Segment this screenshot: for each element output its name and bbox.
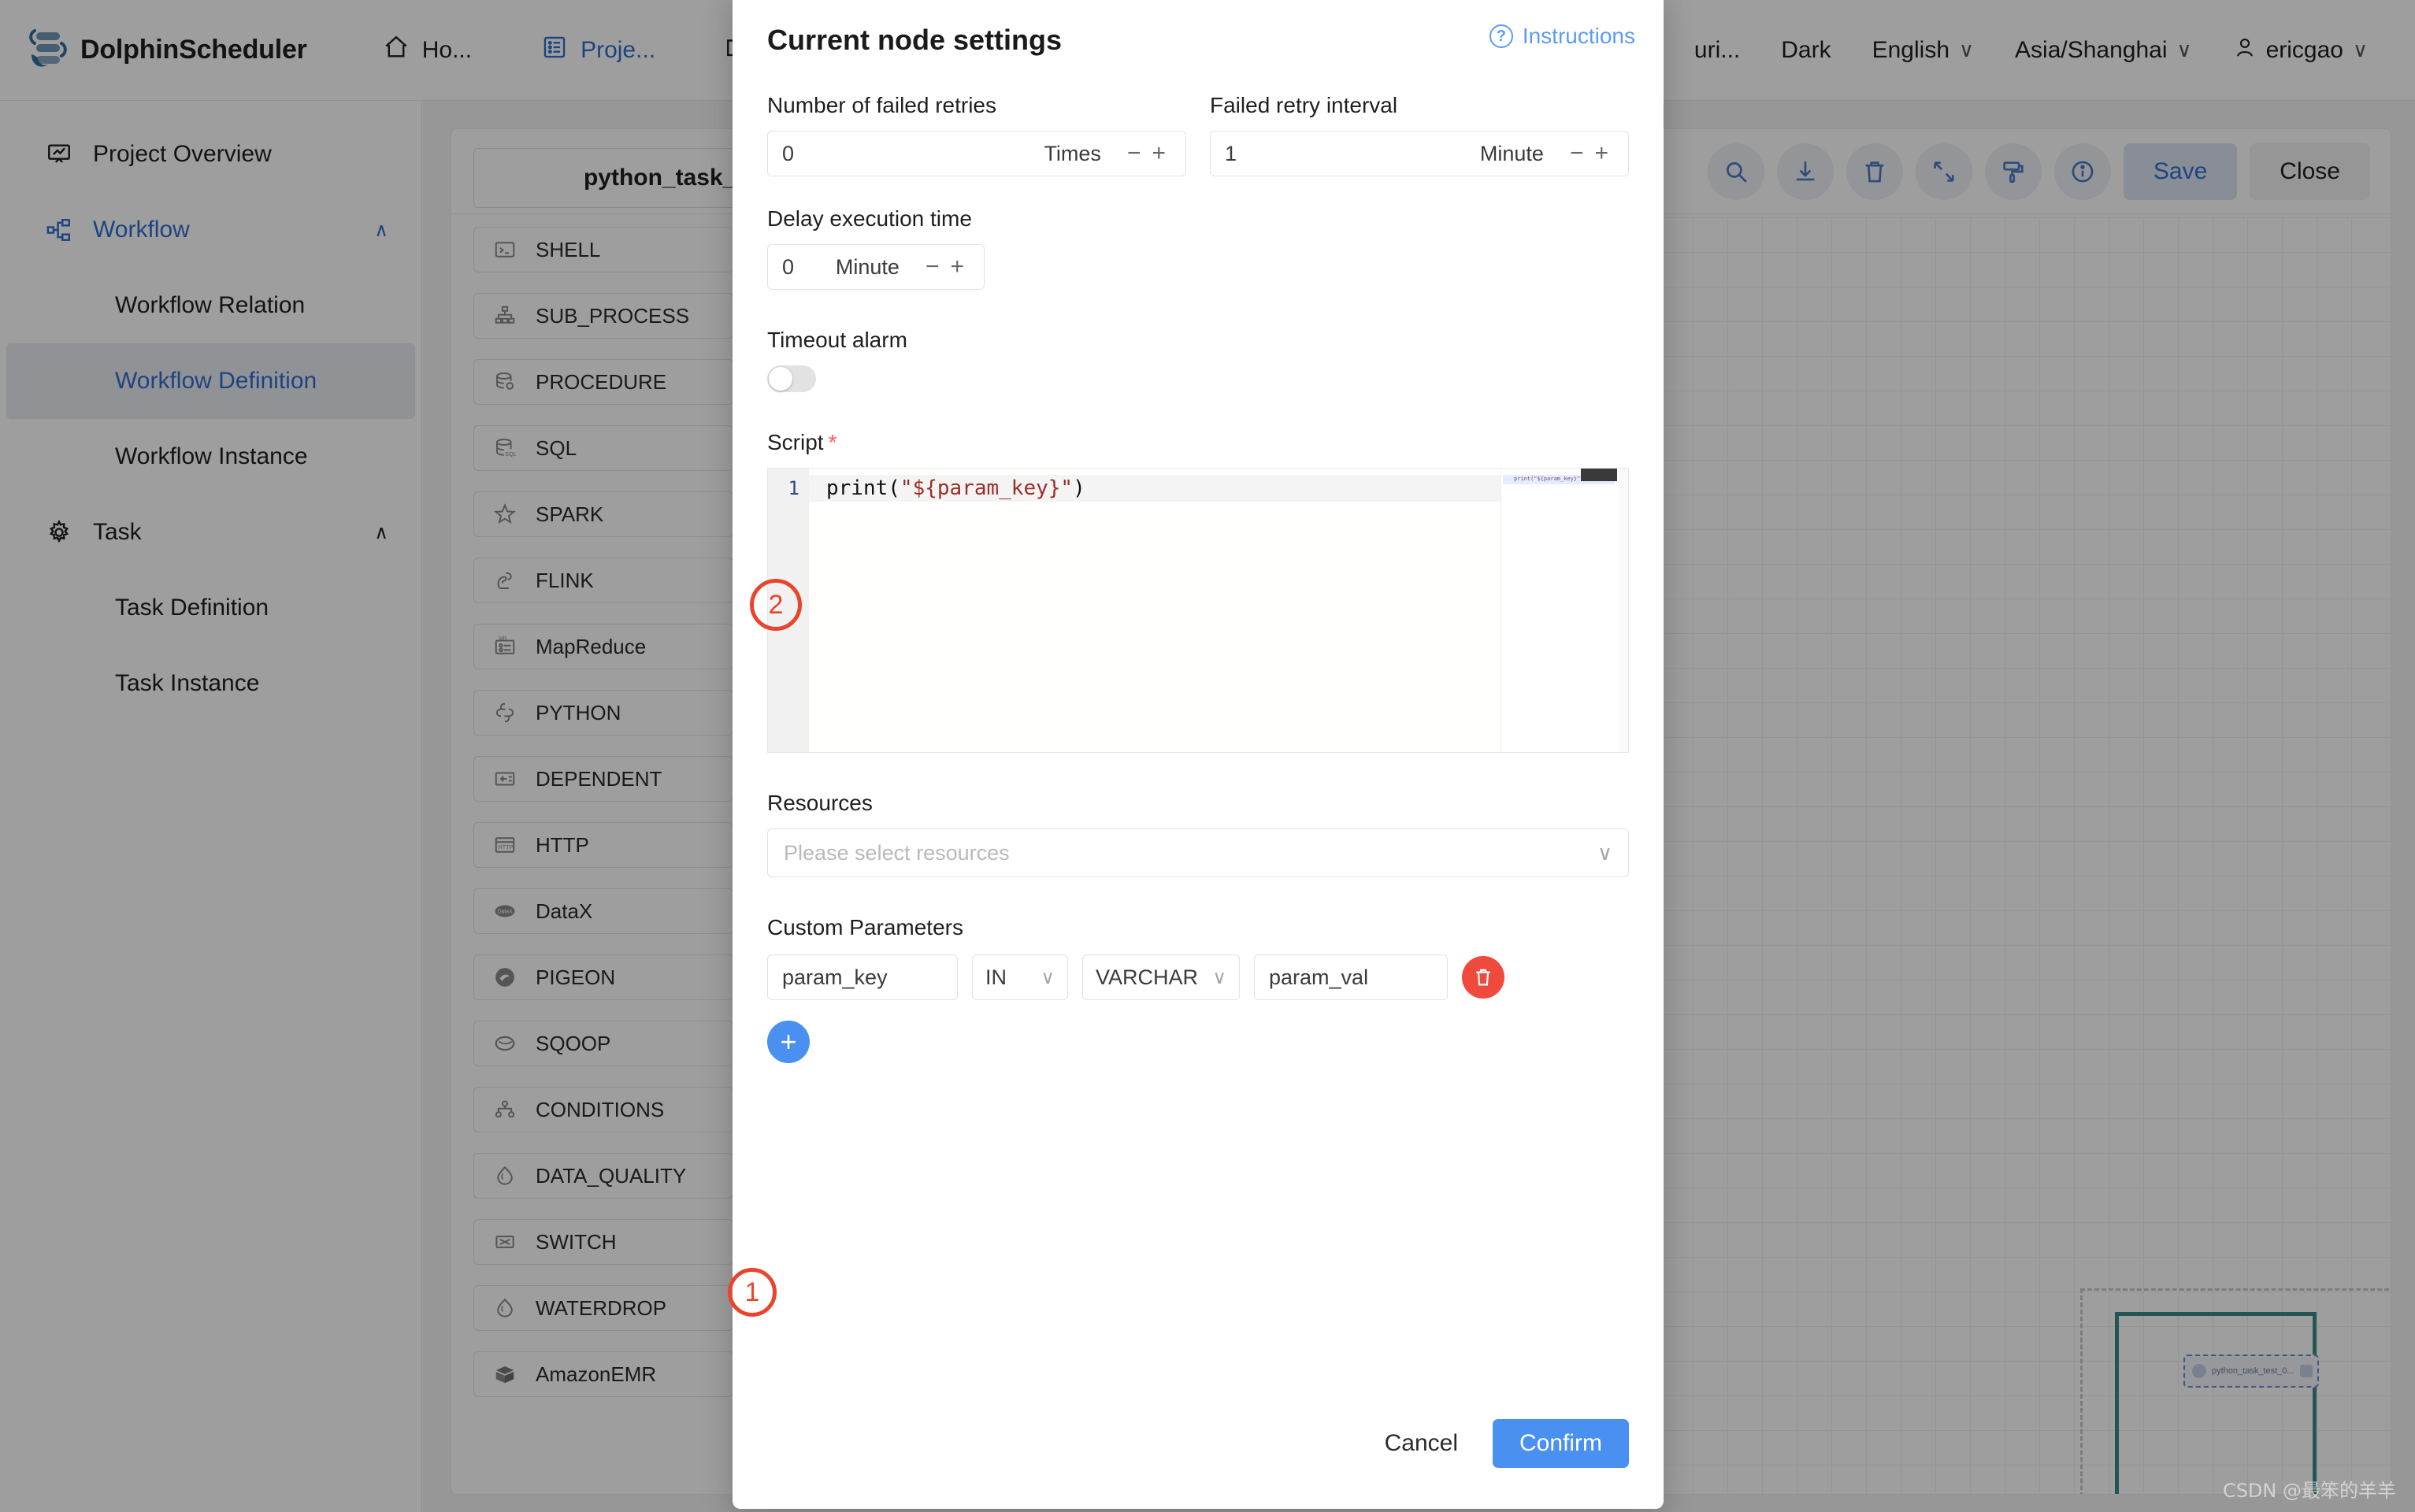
failed-retries-stepper[interactable]: 0 Times − +	[767, 131, 1186, 176]
retry-interval-label: Failed retry interval	[1210, 93, 1398, 117]
instructions-label: Instructions	[1522, 24, 1635, 48]
retry-interval-increment[interactable]: +	[1589, 142, 1614, 165]
required-asterisk: *	[828, 430, 837, 454]
failed-retries-field: Number of failed retries 0 Times − +	[767, 93, 1186, 176]
failed-retries-value[interactable]: 0	[782, 142, 1044, 166]
delay-execution-value[interactable]: 0	[782, 255, 836, 280]
dialog-title: Current node settings	[767, 24, 1063, 56]
script-label-text: Script	[767, 430, 824, 454]
editor-code-area[interactable]: print("${param_key}") print("${param_key…	[809, 469, 1628, 752]
resources-placeholder: Please select resources	[784, 840, 1010, 865]
chevron-down-icon: ∨	[1597, 840, 1612, 865]
timeout-alarm-toggle[interactable]	[767, 365, 816, 392]
parameter-value-input[interactable]: param_val	[1254, 954, 1448, 1000]
custom-parameters-label: Custom Parameters	[767, 915, 963, 939]
editor-gutter: 1	[768, 469, 809, 752]
code-token-suffix: )	[1073, 476, 1085, 500]
minimap-code-preview: print("${param_key}")	[1514, 476, 1584, 482]
current-node-settings-dialog: Current node settings ? Instructions Num…	[733, 0, 1664, 1509]
confirm-button[interactable]: Confirm	[1492, 1419, 1629, 1468]
custom-parameter-row: param_key IN ∨ VARCHAR ∨ param_val	[767, 954, 1629, 1000]
chevron-down-icon: ∨	[1212, 966, 1226, 988]
instructions-link[interactable]: ? Instructions	[1489, 24, 1635, 49]
delay-execution-label: Delay execution time	[767, 206, 972, 231]
script-code-editor[interactable]: 1 print("${param_key}") print("${param_k…	[767, 468, 1629, 753]
dialog-header: Current node settings ? Instructions	[733, 0, 1664, 57]
delay-execution-decrement[interactable]: −	[920, 255, 945, 279]
parameter-type-value: VARCHAR	[1096, 965, 1199, 989]
retry-interval-value[interactable]: 1	[1225, 142, 1480, 166]
timeout-alarm-label: Timeout alarm	[767, 328, 907, 352]
editor-minimap[interactable]: print("${param_key}")	[1501, 469, 1617, 752]
screen-root: DolphinScheduler Ho... Proje... uri... D…	[0, 0, 2415, 1512]
custom-parameters-field: Custom Parameters param_key IN ∨ VARCHAR…	[767, 915, 1629, 1063]
script-field: Script * 1 print("${param_key}") print("$…	[767, 430, 1629, 753]
parameter-direction-value: IN	[985, 965, 1007, 989]
retry-interval-field: Failed retry interval 1 Minute − +	[1210, 93, 1629, 176]
code-token-string: "${param_key}"	[900, 476, 1074, 500]
chevron-down-icon: ∨	[1041, 966, 1055, 988]
failed-retries-increment[interactable]: +	[1146, 142, 1171, 165]
retry-settings-row: Number of failed retries 0 Times − + Fai…	[767, 93, 1629, 176]
cancel-button[interactable]: Cancel	[1371, 1421, 1472, 1466]
dialog-footer: Cancel Confirm	[733, 1419, 1664, 1509]
timeout-alarm-field: Timeout alarm	[767, 328, 1629, 392]
retry-interval-stepper[interactable]: 1 Minute − +	[1210, 131, 1629, 176]
line-number: 1	[788, 477, 799, 499]
watermark: CSDN @最笨的羊羊	[2222, 1480, 2396, 1502]
resources-label: Resources	[767, 791, 873, 815]
retry-interval-decrement[interactable]: −	[1564, 142, 1590, 165]
parameter-direction-select[interactable]: IN ∨	[972, 954, 1068, 1000]
resources-select[interactable]: Please select resources ∨	[767, 828, 1629, 877]
delay-execution-increment[interactable]: +	[944, 255, 970, 279]
code-line-1: print("${param_key}")	[809, 475, 1592, 502]
parameter-type-select[interactable]: VARCHAR ∨	[1082, 954, 1240, 1000]
code-token-prefix: print(	[826, 476, 900, 500]
question-mark-icon: ?	[1489, 24, 1513, 48]
delay-execution-stepper[interactable]: 0 Minute − +	[767, 244, 985, 290]
retry-interval-unit: Minute	[1479, 141, 1544, 165]
script-label: Script *	[767, 430, 1629, 455]
parameter-key-input[interactable]: param_key	[767, 954, 958, 1000]
editor-vertical-scrollbar[interactable]	[1619, 469, 1628, 752]
failed-retries-unit: Times	[1044, 141, 1101, 165]
dialog-body: Number of failed retries 0 Times − + Fai…	[733, 57, 1664, 1419]
resources-field: Resources Please select resources ∨	[767, 791, 1629, 877]
delay-execution-unit: Minute	[835, 254, 900, 279]
delete-parameter-button[interactable]	[1462, 956, 1504, 999]
failed-retries-label: Number of failed retries	[767, 93, 997, 117]
minimap-scroll-indicator[interactable]	[1581, 469, 1617, 481]
failed-retries-decrement[interactable]: −	[1122, 142, 1147, 165]
add-parameter-button[interactable]: +	[767, 1021, 810, 1063]
delay-execution-field: Delay execution time 0 Minute − +	[767, 206, 1629, 290]
